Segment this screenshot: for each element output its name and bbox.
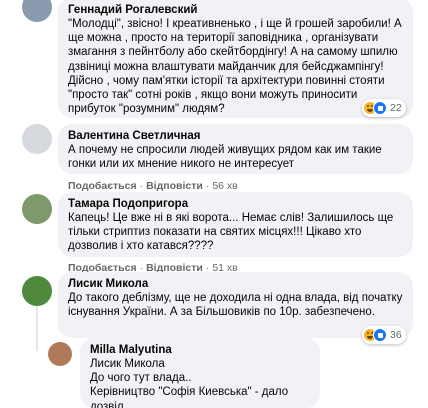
like-icon	[373, 101, 387, 115]
reaction-summary[interactable]: 36	[362, 326, 406, 344]
reaction-count: 36	[390, 329, 402, 341]
comment-actions: Подобається · Відповісти · 56 хв	[68, 180, 238, 192]
comment-bubble: Тамара Подопригора Капець! Це вже ні в я…	[58, 192, 413, 257]
comment-text: Лисик Микола До чого тут влада.. Керівни…	[90, 358, 289, 408]
avatar[interactable]	[22, 124, 52, 154]
comment-bubble: Лисик Микола До такого деблізму, ще не д…	[58, 272, 413, 338]
comment-bubble: Геннадий Рогалевский "Молодці", звісно! …	[58, 0, 413, 118]
avatar[interactable]	[22, 276, 52, 306]
comment-author[interactable]: Геннадий Рогалевский	[68, 3, 403, 17]
avatar[interactable]	[22, 194, 52, 224]
comment-author[interactable]: Лисик Микола	[68, 277, 403, 291]
like-icon	[373, 328, 387, 342]
comment-text: А почему не спросили людей живущих рядом…	[68, 144, 382, 171]
comment-time[interactable]: 56 хв	[212, 180, 237, 192]
comment-bubble: Milla Malyutina Лисик Микола До чого тут…	[80, 338, 320, 408]
avatar[interactable]	[22, 0, 52, 22]
comment-author[interactable]: Milla Malyutina	[90, 343, 310, 357]
comment-bubble: Валентина Светличная А почему не спросил…	[58, 124, 413, 174]
reaction-count: 22	[390, 102, 402, 114]
reply-thread-line	[36, 306, 38, 351]
comment-author[interactable]: Валентина Светличная	[68, 129, 403, 143]
comment-text: "Молодці", звісно! І креативненько , і щ…	[68, 18, 402, 116]
reaction-summary[interactable]: 22	[362, 99, 406, 117]
comment-author[interactable]: Тамара Подопригора	[68, 197, 403, 211]
like-link[interactable]: Подобається	[68, 180, 137, 192]
comment-text: Капець! Це вже ні в які ворота... Немає …	[68, 212, 394, 253]
comment-text: До такого деблізму, ще не доходила ні од…	[68, 292, 403, 319]
reply-link[interactable]: Відповісти	[146, 180, 203, 192]
avatar[interactable]	[48, 342, 72, 366]
